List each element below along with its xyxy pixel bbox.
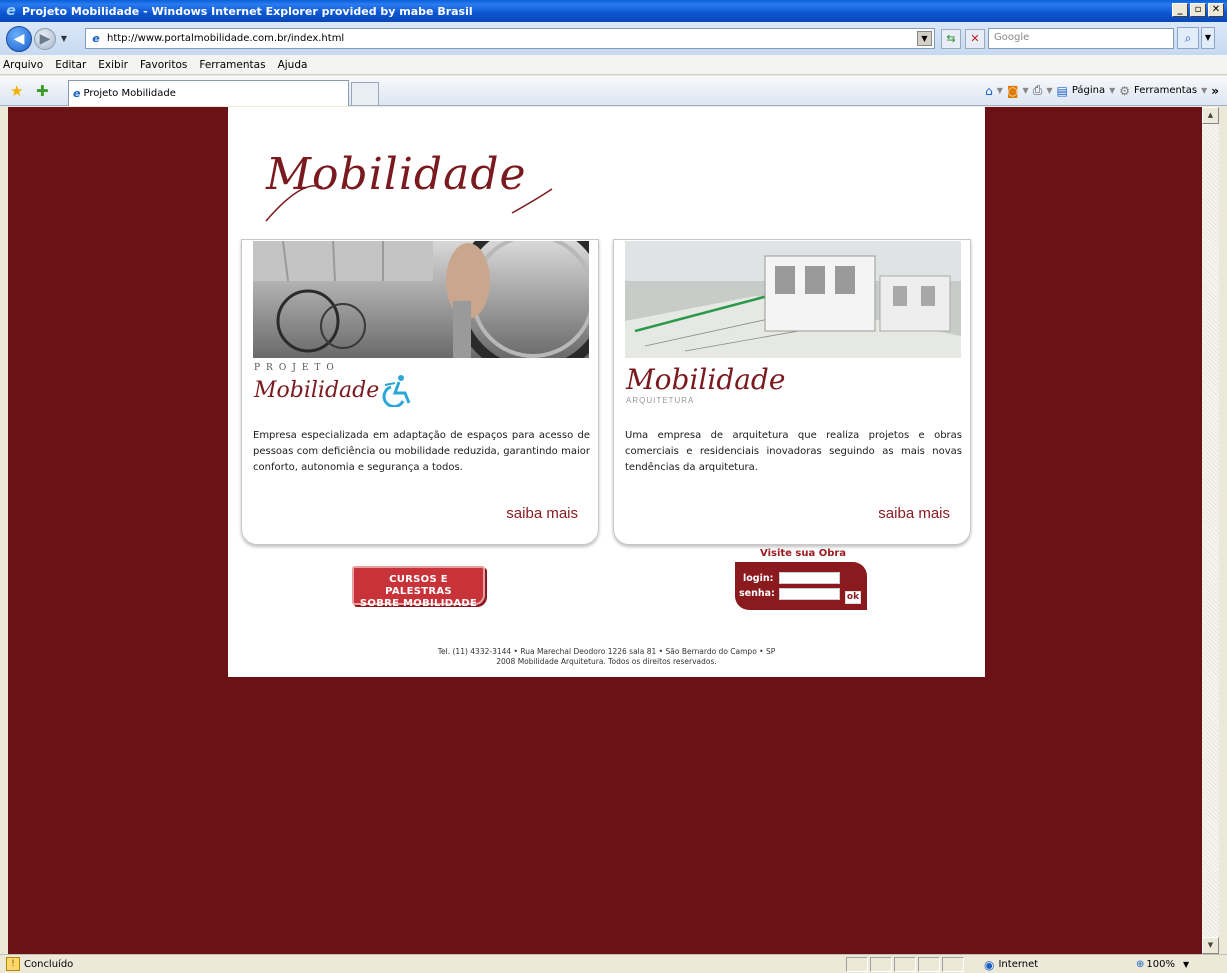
courses-lectures-button[interactable]: CURSOS E PALESTRAS SOBRE MOBILIDADE <box>352 566 485 609</box>
saiba-mais-link[interactable]: saiba mais <box>506 505 578 522</box>
card-description: Uma empresa de arquitetura que realiza p… <box>625 430 962 473</box>
scroll-up-arrow-icon[interactable]: ▲ <box>1202 107 1219 124</box>
status-panel <box>918 957 940 972</box>
maximize-button[interactable]: ▫ <box>1190 3 1206 17</box>
address-dropdown-button[interactable]: ▼ <box>917 31 932 46</box>
tools-gear-icon: ⚙ <box>1119 83 1131 98</box>
footer-contact: Tel. (11) 4332-3144 • Rua Marechal Deodo… <box>437 647 776 656</box>
address-url[interactable]: http://www.portalmobilidade.com.br/index… <box>107 33 344 44</box>
ok-button[interactable]: ok <box>845 591 861 604</box>
stop-icon[interactable]: ✕ <box>965 29 985 49</box>
courses-line-1: CURSOS E PALESTRAS <box>385 574 452 597</box>
viewport-right-border <box>1219 107 1227 954</box>
security-zone[interactable]: ◉ Internet <box>984 957 1124 972</box>
menu-item-arquivo[interactable]: Arquivo <box>0 59 49 71</box>
zoom-level: 100% <box>1146 959 1175 970</box>
search-input[interactable]: Google <box>988 28 1174 49</box>
address-field[interactable]: e http://www.portalmobilidade.com.br/ind… <box>85 28 935 49</box>
search-icon[interactable]: ⌕ <box>1177 27 1199 49</box>
chevron-more-icon[interactable]: » <box>1211 84 1219 98</box>
window-title-bar[interactable]: e Projeto Mobilidade - Windows Internet … <box>0 0 1227 22</box>
login-label: login: <box>743 573 774 584</box>
ie-logo-icon: e <box>6 3 16 19</box>
minimize-button[interactable]: _ <box>1172 3 1188 17</box>
globe-icon: ◉ <box>984 957 995 972</box>
zone-label: Internet <box>998 959 1039 970</box>
status-panel <box>870 957 892 972</box>
architecture-photo <box>625 241 961 358</box>
status-panel <box>846 957 868 972</box>
window-title: Projeto Mobilidade - Windows Internet Ex… <box>22 4 473 18</box>
tab-page-icon: e <box>73 87 81 100</box>
tab-projeto-mobilidade[interactable]: e Projeto Mobilidade <box>68 80 349 106</box>
card-description: Empresa especializada em adaptação de es… <box>253 430 590 473</box>
brand-projeto-label: PROJETO <box>254 363 340 373</box>
page-menu-label[interactable]: Página <box>1072 85 1105 96</box>
command-bar: ★ ✚ e Projeto Mobilidade ⌂ ▼ ◙ ▼ ⎙ ▼ ▤ Pági… <box>0 76 1227 106</box>
tab-title: Projeto Mobilidade <box>83 88 176 99</box>
new-tab-button[interactable] <box>351 82 379 105</box>
viewport-left-border <box>0 107 8 954</box>
page-container: Mobilidade PROJETO Mobilidade Empresa es… <box>228 107 985 677</box>
feeds-icon[interactable]: ◙ <box>1007 84 1019 98</box>
window-controls: _ ▫ ✕ <box>1172 3 1224 17</box>
tools-menu-label[interactable]: Ferramentas <box>1134 85 1197 96</box>
projeto-mobilidade-brand: PROJETO Mobilidade <box>254 363 415 413</box>
card-mobilidade-arquitetura: Mobilidade ARQUITETURA Uma empresa de ar… <box>613 239 971 545</box>
password-label: senha: <box>739 588 775 599</box>
zoom-icon: ⊕ <box>1136 959 1145 970</box>
footer-copyright: 2008 Mobilidade Arquitetura. Todos os di… <box>496 657 717 666</box>
menu-item-favoritos[interactable]: Favoritos <box>134 59 193 71</box>
wheelchair-photo <box>253 241 589 358</box>
zoom-dropdown-icon[interactable]: ▼ <box>1183 960 1189 969</box>
brand-mobilidade-script: Mobilidade <box>254 377 380 403</box>
mobilidade-arquitetura-brand: Mobilidade ARQUITETURA <box>626 363 785 413</box>
password-input[interactable] <box>779 588 840 600</box>
page-menu-icon: ▤ <box>1056 83 1068 98</box>
back-button[interactable]: ◀ <box>6 25 32 52</box>
page-footer: Tel. (11) 4332-3144 • Rua Marechal Deodo… <box>228 647 985 667</box>
refresh-icon[interactable]: ⇆ <box>941 29 961 49</box>
vertical-scrollbar[interactable]: ▲ ▼ <box>1202 107 1219 954</box>
history-dropdown-button[interactable]: ▼ <box>58 34 70 43</box>
print-icon[interactable]: ⎙ <box>1033 83 1043 98</box>
add-favorite-icon[interactable]: ✚ <box>36 82 49 100</box>
menu-bar: Arquivo Editar Exibir Favoritos Ferramen… <box>0 55 1227 75</box>
brand-mobilidade-script: Mobilidade <box>626 363 786 396</box>
wheelchair-logo-icon <box>382 375 411 407</box>
close-button[interactable]: ✕ <box>1208 3 1224 17</box>
menu-item-ajuda[interactable]: Ajuda <box>272 59 314 71</box>
zoom-control[interactable]: ⊕ 100% ▼ <box>1136 957 1189 972</box>
search-options-dropdown[interactable]: ▼ <box>1201 27 1215 49</box>
command-buttons: ⌂ ▼ ◙ ▼ ⎙ ▼ ▤ Página ▼ ⚙ Ferramentas ▼ » <box>985 83 1219 98</box>
forward-button[interactable]: ▶ <box>34 27 56 50</box>
favorites-star-icon[interactable]: ★ <box>10 82 23 100</box>
site-logo[interactable]: Mobilidade <box>266 149 527 200</box>
brand-arquitetura-label: ARQUITETURA <box>626 396 695 405</box>
visit-work-title: Visite sua Obra <box>760 548 847 559</box>
menu-item-ferramentas[interactable]: Ferramentas <box>193 59 271 71</box>
scroll-down-arrow-icon[interactable]: ▼ <box>1202 937 1219 954</box>
warning-icon[interactable]: ! <box>6 957 20 971</box>
status-panel <box>894 957 916 972</box>
status-panel <box>942 957 964 972</box>
courses-line-2: SOBRE MOBILIDADE <box>359 598 478 609</box>
status-bar: ! Concluído ◉ Internet ⊕ 100% ▼ <box>0 954 1227 973</box>
home-icon[interactable]: ⌂ <box>985 84 993 98</box>
login-panel: login: senha: ok <box>735 562 867 610</box>
address-toolbar: ◀ ▶ ▼ e http://www.portalmobilidade.com.… <box>0 22 1227 55</box>
saiba-mais-link[interactable]: saiba mais <box>878 505 950 522</box>
menu-item-editar[interactable]: Editar <box>49 59 92 71</box>
status-text: Concluído <box>24 958 74 970</box>
menu-item-exibir[interactable]: Exibir <box>92 59 134 71</box>
page-icon: e <box>92 31 100 45</box>
login-input[interactable] <box>779 572 840 584</box>
card-projeto-mobilidade: PROJETO Mobilidade Empresa especializada… <box>241 239 599 545</box>
